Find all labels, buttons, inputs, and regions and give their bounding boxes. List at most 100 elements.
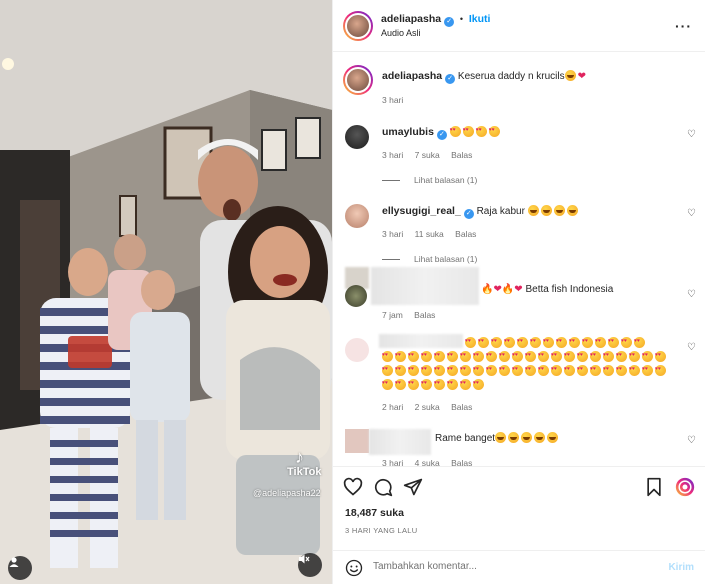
grin-emoji-icon — [521, 432, 533, 443]
tiktok-watermark: ♪ TikTok — [287, 448, 321, 478]
heart-eyes-emoji-icon — [473, 379, 484, 390]
heart-eyes-emoji-icon — [577, 351, 588, 362]
heart-eyes-emoji-icon — [577, 365, 588, 376]
comment-meta: 3 hari 4 suka Balas — [382, 458, 481, 466]
story-share-icon[interactable] — [675, 477, 695, 497]
fire-emoji-icon: 🔥 — [501, 284, 515, 295]
comment-time: 3 hari — [382, 229, 404, 239]
watermark-label: TikTok — [287, 466, 322, 478]
heart-eyes-emoji-icon — [603, 365, 614, 376]
mute-button[interactable] — [298, 553, 322, 577]
reply-button[interactable]: Balas — [451, 402, 472, 412]
view-replies-button[interactable]: Lihat balasan (1) — [382, 254, 477, 264]
heart-eyes-emoji-icon — [382, 365, 393, 376]
commenter-avatar[interactable] — [345, 204, 369, 228]
heart-emoji-icon: ❤ — [514, 284, 523, 295]
author-line: adeliapasha ✓ • Ikuti — [381, 13, 490, 27]
heart-eyes-emoji-icon — [486, 365, 497, 376]
author-avatar[interactable] — [343, 11, 373, 41]
heart-eyes-emoji-icon — [525, 365, 536, 376]
heart-eyes-emoji-icon — [530, 337, 541, 348]
post-media[interactable]: ♪ TikTok @adeliapasha22 — [0, 0, 332, 584]
share-plane-icon[interactable] — [403, 477, 423, 497]
heart-eyes-emoji-icon — [421, 351, 432, 362]
heart-eyes-emoji-icon — [460, 379, 471, 390]
caption-avatar[interactable] — [343, 65, 373, 95]
heart-eyes-emoji-icon — [421, 365, 432, 376]
like-comment-icon[interactable]: ♡ — [687, 289, 696, 300]
verified-badge-icon: ✓ — [445, 74, 456, 84]
comments-list[interactable]: adeliapasha ✓ Keserua daddy n krucils ❤ 3 … — [333, 53, 705, 466]
commenter-avatar[interactable] — [345, 125, 369, 149]
heart-eyes-emoji-icon — [488, 126, 500, 137]
likes-count[interactable]: 18,487 suka — [345, 507, 404, 519]
bookmark-icon[interactable] — [645, 477, 663, 497]
comment-time: 3 hari — [382, 150, 404, 160]
commenter-avatar[interactable] — [345, 285, 367, 307]
heart-eyes-emoji-icon — [512, 365, 523, 376]
tiktok-logo-icon: ♪ — [295, 447, 304, 467]
comment-likes[interactable]: 2 suka — [415, 402, 440, 412]
heart-eyes-emoji-icon — [629, 351, 640, 362]
heart-eyes-emoji-icon — [473, 351, 484, 362]
comment-likes[interactable]: 11 suka — [415, 229, 444, 239]
comment-bubble-icon[interactable] — [373, 477, 393, 497]
heart-eyes-emoji-icon — [512, 351, 523, 362]
commenter-avatar[interactable] — [345, 338, 369, 362]
heart-eyes-emoji-icon — [478, 337, 489, 348]
comment-input[interactable] — [373, 561, 653, 572]
view-replies-button[interactable]: Lihat balasan (1) — [382, 175, 477, 185]
reply-button[interactable]: Balas — [414, 310, 435, 320]
like-heart-icon[interactable] — [343, 477, 363, 497]
heart-eyes-emoji-icon — [621, 337, 632, 348]
reply-button[interactable]: Balas — [455, 229, 476, 239]
heart-eyes-emoji-icon — [608, 337, 619, 348]
comment-text: Rame banget — [435, 433, 496, 444]
heart-eyes-emoji-icon — [538, 351, 549, 362]
redacted-username — [379, 334, 463, 348]
like-comment-icon[interactable]: ♡ — [687, 342, 696, 353]
like-comment-icon[interactable]: ♡ — [687, 435, 696, 446]
heart-eyes-emoji-icon — [655, 351, 666, 362]
comment-body-cont — [382, 351, 672, 393]
heart-eyes-emoji-icon — [517, 337, 528, 348]
heart-eyes-emoji-icon — [447, 365, 458, 376]
watermark-handle: @adeliapasha22 — [253, 488, 321, 498]
comment-time: 7 jam — [382, 310, 403, 320]
caption-time: 3 hari — [382, 95, 404, 105]
verified-badge-icon: ✓ — [436, 130, 447, 140]
reply-button[interactable]: Balas — [451, 150, 472, 160]
separator-dot: • — [459, 14, 464, 24]
more-horizontal-icon[interactable]: ··· — [675, 18, 692, 34]
comment-body: Rame banget — [435, 431, 676, 446]
like-comment-icon[interactable]: ♡ — [687, 129, 696, 140]
grin-emoji-icon — [508, 432, 520, 443]
caption-username[interactable]: adeliapasha — [382, 70, 442, 82]
author-username[interactable]: adeliapasha — [381, 13, 441, 25]
heart-eyes-emoji-icon — [434, 365, 445, 376]
heart-eyes-emoji-icon — [462, 126, 474, 137]
reply-button[interactable]: Balas — [451, 458, 472, 466]
comment-likes[interactable]: 7 suka — [415, 150, 440, 160]
heart-eyes-emoji-icon — [382, 351, 393, 362]
post-date[interactable]: 3 HARI YANG LALU — [345, 526, 417, 535]
heart-eyes-emoji-icon — [408, 365, 419, 376]
audio-link[interactable]: Audio Asli — [381, 28, 421, 38]
like-comment-icon[interactable]: ♡ — [687, 208, 696, 219]
verified-badge-icon: ✓ — [444, 17, 455, 27]
comment-likes[interactable]: 4 suka — [415, 458, 440, 466]
commenter-avatar[interactable] — [345, 429, 369, 453]
heart-eyes-emoji-icon — [449, 126, 461, 137]
commenter-username[interactable]: umaylubis — [382, 126, 434, 138]
grin-emoji-icon — [566, 205, 578, 216]
commenter-username[interactable]: ellysugigi_real_ — [382, 205, 461, 217]
heart-eyes-emoji-icon — [408, 379, 419, 390]
verified-badge-icon: ✓ — [463, 209, 474, 219]
follow-button[interactable]: Ikuti — [469, 13, 491, 25]
emoji-picker-icon[interactable] — [345, 559, 363, 577]
comment-text: Raja kabur — [476, 206, 525, 217]
post-comment-button[interactable]: Kirim — [668, 562, 694, 573]
redacted-username — [371, 267, 479, 305]
tagged-users-button[interactable] — [8, 556, 32, 580]
grin-emoji-icon — [547, 432, 559, 443]
